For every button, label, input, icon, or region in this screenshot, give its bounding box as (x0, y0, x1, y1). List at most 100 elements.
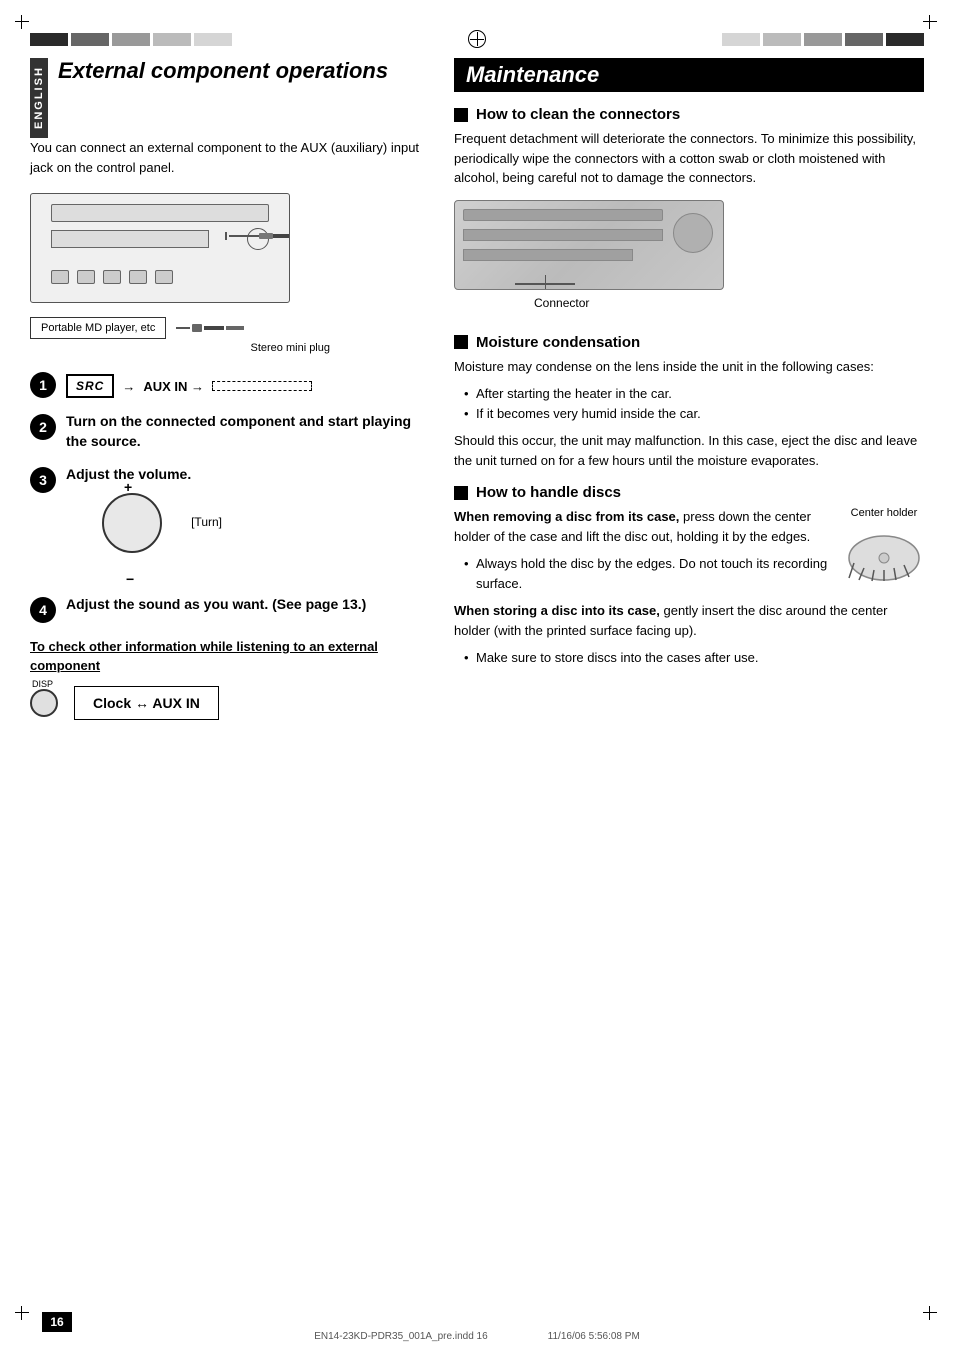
reg-block-3 (112, 33, 150, 46)
step-4-text: Adjust the sound as you want. (See page … (66, 595, 430, 615)
reg-block-6 (722, 33, 760, 46)
device-btn-4 (129, 270, 147, 284)
clean-connectors-text: Frequent detachment will deteriorate the… (454, 129, 924, 188)
moisture-bullet-1: After starting the heater in the car. (464, 384, 924, 404)
arrow-right-icon: → (122, 379, 135, 394)
footer-file-left: EN14-23KD-PDR35_001A_pre.indd 16 (314, 1331, 487, 1342)
center-crosshair (468, 30, 486, 48)
step-3-content: Adjust the volume. + − [Turn] (66, 465, 430, 581)
subsection-moisture-title: Moisture condensation (476, 334, 640, 351)
corner-mark-tl (15, 15, 31, 31)
moisture-bullet-2: If it becomes very humid inside the car. (464, 404, 924, 424)
step-1-content: SRC → AUX IN → (66, 370, 430, 398)
subsection-moisture-header: Moisture condensation (454, 334, 924, 351)
black-square-icon-2 (454, 335, 468, 349)
reg-block-7 (763, 33, 801, 46)
disc-handling-content: Center holder When re (454, 507, 924, 668)
portable-label: Portable MD player, etc (30, 317, 166, 339)
connector-image-area: Connector (454, 200, 924, 310)
reg-block-1 (30, 33, 68, 46)
left-section-header: ENGLISH External component operations (30, 58, 430, 138)
right-reg-marks (722, 33, 924, 46)
right-section-title: Maintenance (454, 58, 924, 92)
src-row: SRC → AUX IN → (66, 374, 430, 398)
device-btn-3 (103, 270, 121, 284)
step-4-circle: 4 (30, 597, 56, 623)
left-column: ENGLISH External component operations Yo… (30, 58, 430, 720)
volume-knob-container: + − [Turn] (102, 493, 182, 573)
check-section: To check other information while listeni… (30, 637, 430, 720)
black-square-icon-1 (454, 108, 468, 122)
disp-label: DISP (32, 679, 53, 689)
footer-file-right: 11/16/06 5:56:08 PM (548, 1331, 640, 1342)
reg-block-5 (194, 33, 232, 46)
volume-knob (102, 493, 162, 553)
disp-circle-button (30, 689, 58, 717)
left-section-title: External component operations (58, 58, 388, 84)
main-columns: ENGLISH External component operations Yo… (30, 58, 924, 720)
subsection-clean-title: How to clean the connectors (476, 106, 680, 123)
intro-text: You can connect an external component to… (30, 138, 430, 177)
connector-image-label: Connector (534, 296, 924, 310)
moisture-after-text: Should this occur, the unit may malfunct… (454, 431, 924, 470)
step-4-content: Adjust the sound as you want. (See page … (66, 595, 430, 615)
device-btn-1 (51, 270, 69, 284)
center-holder-label: Center holder (844, 507, 924, 519)
step-3-text: Adjust the volume. (66, 465, 430, 485)
device-body (30, 193, 290, 303)
english-sidebar-label: ENGLISH (30, 58, 48, 138)
knob-minus-label: − (126, 571, 134, 587)
connector-device-image (454, 200, 724, 290)
device-buttons-row (51, 270, 173, 284)
check-heading: To check other information while listeni… (30, 637, 430, 676)
aux-in-dashed-box (212, 381, 312, 391)
black-square-icon-3 (454, 486, 468, 500)
disp-row: DISP Clock ↔ AUX IN (30, 686, 430, 720)
disc-bullet-1: Always hold the disc by the edges. Do no… (464, 554, 924, 593)
step-1-circle: 1 (30, 372, 56, 398)
reg-block-10 (886, 33, 924, 46)
disc-bullet-2-list: Make sure to store discs into the cases … (454, 648, 924, 668)
device-btn-5 (155, 270, 173, 284)
left-reg-marks (30, 33, 232, 46)
device-diagram: Portable MD player, etc Stereo mini plug (30, 193, 350, 354)
device-slot-middle (51, 230, 209, 248)
step-3: 3 Adjust the volume. + − [Turn] (30, 465, 430, 581)
subsection-clean-header: How to clean the connectors (454, 106, 924, 123)
src-button: SRC (66, 374, 114, 398)
moisture-intro: Moisture may condense on the lens inside… (454, 357, 924, 377)
disc-bullet-1-list: Always hold the disc by the edges. Do no… (454, 554, 924, 593)
corner-mark-bl (15, 1306, 31, 1322)
clock-aux-box: Clock ↔ AUX IN (74, 686, 219, 720)
step-2-content: Turn on the connected component and star… (66, 412, 430, 451)
device-slot-top (51, 204, 269, 222)
page-number: 16 (42, 1312, 72, 1332)
right-column: Maintenance How to clean the connectors … (454, 58, 924, 720)
disc-bullet-2: Make sure to store discs into the cases … (464, 648, 924, 668)
device-btn-2 (77, 270, 95, 284)
moisture-bullets: After starting the heater in the car. If… (454, 384, 924, 423)
removing-bold: When removing a disc from its case, (454, 509, 679, 524)
left-section-title-wrapper: External component operations (58, 58, 388, 94)
footer: EN14-23KD-PDR35_001A_pre.indd 16 11/16/0… (314, 1331, 640, 1342)
subsection-discs-title: How to handle discs (476, 484, 621, 501)
disp-button-container: DISP (30, 689, 58, 717)
reg-block-9 (845, 33, 883, 46)
step-3-circle: 3 (30, 467, 56, 493)
reg-block-8 (804, 33, 842, 46)
corner-mark-br (923, 1306, 939, 1322)
corner-mark-tr (923, 15, 939, 31)
page: ENGLISH External component operations Yo… (0, 0, 954, 1352)
step-1: 1 SRC → AUX IN → (30, 370, 430, 398)
step-2-text: Turn on the connected component and star… (66, 412, 430, 451)
storing-disc-text: When storing a disc into its case, gentl… (454, 601, 924, 640)
storing-bold: When storing a disc into its case, (454, 603, 660, 618)
step-2: 2 Turn on the connected component and st… (30, 412, 430, 451)
aux-in-label: AUX IN → (143, 379, 204, 394)
reg-block-4 (153, 33, 191, 46)
stereo-mini-plug-label: Stereo mini plug (30, 342, 350, 354)
subsection-discs-header: How to handle discs (454, 484, 924, 501)
reg-block-2 (71, 33, 109, 46)
turn-label: [Turn] (191, 515, 222, 529)
step-2-circle: 2 (30, 414, 56, 440)
